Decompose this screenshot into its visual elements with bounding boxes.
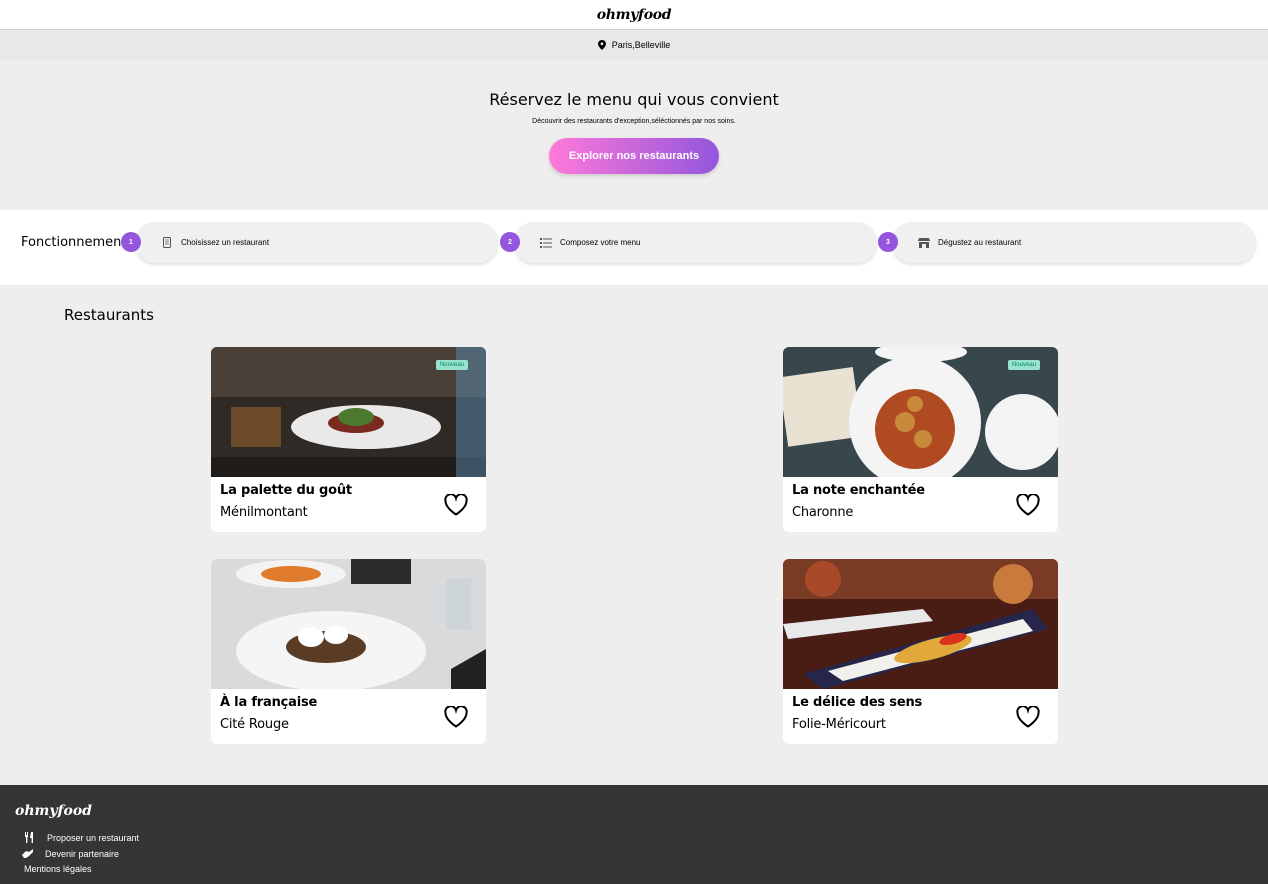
restaurant-photo: [783, 559, 1058, 689]
step-number: 2: [500, 232, 520, 252]
store-icon: [918, 237, 930, 249]
step-number: 1: [121, 232, 141, 252]
heart-icon[interactable]: [1016, 494, 1040, 516]
heart-icon[interactable]: [444, 706, 468, 728]
restaurant-card[interactable]: À la française Cité Rouge: [211, 559, 486, 744]
step-label: Composez votre menu: [560, 238, 641, 247]
restaurant-name: La note enchantée: [792, 483, 925, 498]
restaurants-title: Restaurants: [64, 306, 154, 324]
new-badge: Nouveau: [435, 360, 468, 370]
restaurant-photo: Nouveau: [211, 347, 486, 477]
restaurant-name: La palette du goût: [220, 483, 352, 498]
step-1: 1 Choisissez un restaurant: [121, 222, 498, 263]
header: ohmyfood: [0, 0, 1268, 30]
logo[interactable]: ohmyfood: [597, 7, 672, 23]
step-number: 3: [878, 232, 898, 252]
restaurant-name: À la française: [220, 695, 318, 710]
new-badge: Nouveau: [1007, 360, 1040, 370]
location-pin-icon: [597, 40, 606, 50]
step-label: Dégustez au restaurant: [938, 238, 1022, 247]
footer-link-legal[interactable]: Mentions légales: [24, 864, 92, 874]
footer-link-partner[interactable]: Devenir partenaire: [22, 848, 119, 859]
hero-title: Réservez le menu qui vous convient: [489, 90, 779, 109]
restaurant-area: Cité Rouge: [220, 717, 289, 732]
location-text: Paris,Belleville: [611, 40, 671, 50]
explore-restaurants-button[interactable]: Explorer nos restaurants: [549, 138, 719, 174]
utensils-icon: [25, 832, 33, 843]
hero-subtitle: Découvrir des restaurants d'exception,sé…: [532, 118, 736, 125]
steps-section: Fonctionnement 1 Choisissez un restauran…: [0, 210, 1268, 285]
step-2: 2 Composez votre menu: [500, 222, 877, 263]
heart-icon[interactable]: [444, 494, 468, 516]
step-label: Choisissez un restaurant: [181, 238, 270, 247]
footer-logo: ohmyfood: [15, 803, 92, 819]
footer-link-label: Devenir partenaire: [45, 848, 120, 859]
restaurant-card[interactable]: Nouveau La palette du goût Ménilmontant: [211, 347, 486, 532]
phone-icon: [161, 237, 173, 249]
footer-link-label: Mentions légales: [24, 864, 92, 874]
list-icon: [540, 237, 552, 249]
restaurant-area: Folie-Méricourt: [792, 717, 886, 732]
restaurant-card[interactable]: Nouveau La note enchantée Charonne: [783, 347, 1058, 532]
footer-link-propose[interactable]: Proposer un restaurant: [24, 832, 139, 843]
heart-icon[interactable]: [1016, 706, 1040, 728]
footer-link-label: Proposer un restaurant: [47, 832, 140, 843]
restaurant-area: Charonne: [792, 505, 854, 520]
location-bar: Paris,Belleville: [0, 30, 1268, 60]
step-3: 3 Dégustez au restaurant: [878, 222, 1256, 263]
steps-title: Fonctionnement: [21, 235, 127, 250]
restaurant-photo: Nouveau: [783, 347, 1058, 477]
restaurant-name: Le délice des sens: [792, 695, 923, 710]
hero-section: Réservez le menu qui vous convient Décou…: [0, 60, 1268, 210]
restaurant-photo: [211, 559, 486, 689]
restaurants-section: Restaurants Nouveau La palette du goût M…: [0, 285, 1268, 785]
restaurant-card[interactable]: Le délice des sens Folie-Méricourt: [783, 559, 1058, 744]
restaurant-area: Ménilmontant: [220, 505, 308, 520]
handshake-icon: [22, 849, 33, 858]
footer: ohmyfood Proposer un restaurant Devenir …: [0, 785, 1268, 884]
